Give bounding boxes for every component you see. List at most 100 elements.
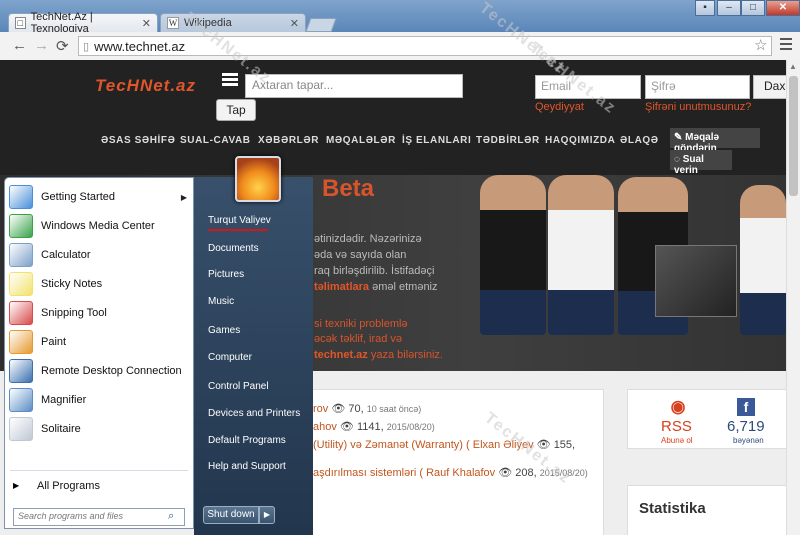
bookmark-star-icon[interactable]: ☆ [754,36,767,54]
statistics-title: Statistika [639,500,706,517]
wikipedia-favicon-icon: W [167,17,179,29]
solitaire-icon [9,417,33,441]
shutdown-button[interactable]: Shut down [203,506,259,524]
site-logo[interactable]: TecHNet.az [95,76,196,96]
start-help-support[interactable]: Help and Support [208,461,286,472]
start-program-label: Paint [41,336,67,348]
chat-icon: ◌ [674,154,683,165]
start-program-item[interactable]: Sticky Notes [5,270,193,298]
tab-technet[interactable]: □ TechNet.Az | Texnologiya ✕ [8,11,158,35]
all-programs-arrow-icon: ▶ [13,481,20,490]
all-programs-button[interactable]: All Programs [37,480,100,492]
forgot-password-link[interactable]: Şifrəni unutmusunuz? [645,101,751,113]
close-icon[interactable]: ✕ [290,17,299,30]
profile-icon[interactable]: ▪ [695,0,715,16]
submenu-arrow-icon: ▶ [180,192,187,202]
start-documents[interactable]: Documents [208,243,259,254]
beta-badge: Beta [322,175,375,202]
new-tab-button[interactable] [305,18,337,32]
start-program-item[interactable]: Calculator [5,241,193,269]
start-program-item[interactable]: Windows Media Center [5,212,193,240]
start-menu: Getting Started ▶ Windows Media Center Calc… [4,156,313,535]
start-control-panel[interactable]: Control Panel [208,381,269,392]
start-default-programs[interactable]: Default Programs [208,435,286,446]
facebook-icon[interactable]: f [737,398,755,416]
start-program-item[interactable]: Magnifier [5,386,193,414]
start-program-label: Remote Desktop Connection [41,365,182,377]
technet-link[interactable]: technet.az [314,349,368,361]
rss-label[interactable]: RSS [661,418,692,435]
minimize-button[interactable]: – [717,0,741,16]
register-link[interactable]: Qeydiyyat [535,101,584,113]
start-computer[interactable]: Computer [208,352,252,363]
nav-news[interactable]: XƏBƏRLƏR [258,135,319,146]
reload-icon[interactable]: ⟳ [56,37,69,55]
nav-jobs[interactable]: İŞ ELANLARI [402,135,471,146]
start-pictures[interactable]: Pictures [208,269,244,280]
team-photo-person [740,185,786,335]
search-input[interactable]: Axtaran tapar... [245,74,463,98]
forward-icon[interactable]: → [34,37,49,54]
start-program-item[interactable]: Paint [5,328,193,356]
shutdown-options-arrow-icon[interactable]: ▶ [259,506,275,524]
list-item[interactable]: ahov 👁 1141, 2015/08/20) [313,420,435,433]
menu-icon[interactable] [222,73,238,88]
start-program-label: Solitaire [41,423,81,435]
nav-contact[interactable]: ƏLAQƏ [620,135,659,146]
nav-articles[interactable]: MƏQALƏLƏR [326,135,396,146]
site-header: TecHNet.az Axtaran tapar... Tap Email Şi… [0,60,786,176]
start-program-item[interactable]: Snipping Tool [5,299,193,327]
start-menu-programs-pane: Getting Started ▶ Windows Media Center Calc… [4,177,194,529]
guidelines-link[interactable]: təlimatlara [314,281,369,293]
email-field[interactable]: Email [535,75,641,99]
start-user-name[interactable]: Turqut Valiyev [208,215,271,226]
search-icon[interactable]: ⌕ [168,510,174,523]
sticky-notes-icon [9,272,33,296]
start-program-item[interactable]: Remote Desktop Connection [5,357,193,385]
rss-icon[interactable]: ◉ [668,398,688,416]
eye-icon: 👁 [498,467,513,479]
list-item[interactable]: rov 👁 70, 10 saat öncə) [313,402,421,415]
list-item[interactable]: aşdırılması sistemləri ( Rauf Khalafov 👁… [313,466,588,479]
submit-article-button[interactable]: ✎ Məqalə göndərin [670,128,760,154]
computer-case-image [655,245,737,317]
divider [10,470,188,471]
login-button[interactable]: Dax [753,75,786,99]
start-devices-printers[interactable]: Devices and Printers [208,408,300,419]
scroll-thumb[interactable] [789,76,798,196]
page-icon: ▯ [83,40,90,53]
maximize-button[interactable]: □ [741,0,765,16]
user-avatar[interactable] [235,156,281,202]
hero-text: technet.az yaza bilərsiniz. [314,349,443,361]
page-scrollbar[interactable]: ▲ [786,60,800,535]
page-favicon-icon: □ [15,17,26,29]
magnifier-icon [9,388,33,412]
nav-about[interactable]: HAQQIMIZDA [545,135,615,146]
start-program-label: Windows Media Center [41,220,155,232]
search-button[interactable]: Tap [216,99,256,121]
hero-text: təlimatlara əməl etməniz [314,281,438,293]
window-close-button[interactable]: ✕ [766,0,800,16]
list-item[interactable]: (Utility) və Zəmanət (Warranty) ( Elxan … [313,438,575,451]
start-music[interactable]: Music [208,296,234,307]
password-field[interactable]: Şifrə [645,75,750,99]
start-program-label: Getting Started [41,191,115,203]
back-icon[interactable]: ← [12,37,27,54]
start-games[interactable]: Games [208,325,240,336]
close-icon[interactable]: ✕ [142,17,151,30]
browser-titlebar: □ TechNet.Az | Texnologiya ✕ W Wikipedia… [0,0,800,35]
start-program-label: Sticky Notes [41,278,103,290]
start-program-item[interactable]: Getting Started ▶ [5,183,193,211]
start-search-input[interactable]: Search programs and files [13,508,185,526]
nav-qa[interactable]: SUAL-CAVAB [180,135,251,146]
hero-text: əda və sayıda olan [314,249,407,261]
nav-home[interactable]: ƏSAS SƏHİFƏ [101,135,176,146]
scroll-up-icon[interactable]: ▲ [789,62,797,71]
getting-started-icon [9,185,33,209]
start-program-item[interactable]: Solitaire [5,415,193,443]
address-bar[interactable]: ▯ www.technet.az [78,36,772,56]
chrome-menu-icon[interactable] [780,38,792,53]
ask-question-button[interactable]: ◌ Sual verin [670,150,732,176]
nav-events[interactable]: TƏDBİRLƏR [476,135,540,146]
tab-wikipedia[interactable]: W Wikipedia ✕ [160,13,306,32]
